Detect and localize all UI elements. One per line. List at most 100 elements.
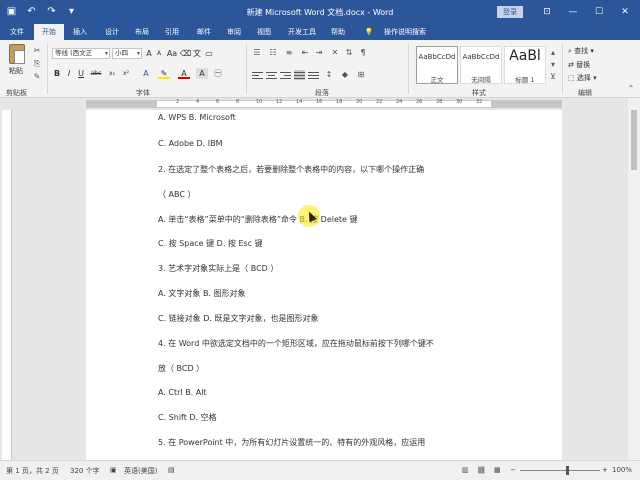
clear-format-icon[interactable]: ⌫ (180, 48, 191, 59)
zoom-slider-knob[interactable] (566, 466, 569, 475)
shading-icon[interactable]: ◆ (340, 70, 350, 80)
collapse-ribbon-icon[interactable]: ⌃ (626, 84, 636, 94)
font-name-select[interactable]: 等线 (西文正 ▾ (52, 48, 110, 59)
distributed-icon[interactable] (308, 70, 319, 80)
phonetic-guide-icon[interactable]: 文 (192, 48, 202, 59)
word-count[interactable]: 320 个字 (70, 466, 100, 476)
styles-scroll-up-icon[interactable]: ▴ (548, 48, 558, 58)
tab-help[interactable]: 帮助 (326, 24, 350, 40)
document-line: 4. 在 Word 中欲选定文档中的一个矩形区域，应在拖动鼠标前按下列哪个键不 (158, 339, 434, 348)
tab-file[interactable]: 文件 (4, 24, 30, 40)
font-color-button[interactable]: A (178, 68, 190, 79)
vertical-ruler[interactable] (2, 110, 12, 460)
clipboard-group-label: 剪贴板 (6, 89, 27, 97)
zoom-level[interactable]: 100% (612, 466, 632, 474)
text-effects-button[interactable]: A (140, 68, 152, 79)
ruler-tick: 16 (316, 99, 323, 105)
char-border-icon[interactable]: ▭ (204, 48, 214, 59)
horizontal-ruler[interactable]: 2 4 6 8 10 12 14 16 18 20 22 24 26 28 30… (0, 98, 640, 110)
tab-mailings[interactable]: 邮件 (192, 24, 216, 40)
tab-references[interactable]: 引用 (160, 24, 184, 40)
find-button[interactable]: ⌕ 查找 ▾ (568, 46, 594, 56)
style-no-spacing[interactable]: AaBbCcDd 无间隔 (460, 46, 502, 84)
ruler-tick: 4 (196, 99, 200, 105)
increase-indent-icon[interactable]: ⇥ (314, 48, 324, 58)
grow-font-button[interactable]: A (144, 48, 154, 59)
language-status[interactable]: 英语(美国) (124, 466, 157, 476)
document-page[interactable]: A. WPS B. Microsoft C. Adobe D. IBM 2. 在… (86, 110, 562, 460)
styles-scroll-down-icon[interactable]: ▾ (548, 60, 558, 70)
highlight-color-button[interactable]: ✎ (158, 68, 170, 79)
login-button[interactable]: 登录 (497, 6, 523, 18)
tab-insert[interactable]: 插入 (68, 24, 92, 40)
cut-icon[interactable]: ✂ (32, 46, 42, 56)
style-name: 无间隔 (471, 76, 491, 84)
paste-button[interactable]: 粘贴 (6, 44, 28, 75)
tab-developer[interactable]: 开发工具 (284, 24, 320, 40)
line-spacing-icon[interactable]: ↕ (324, 70, 334, 80)
format-painter-icon[interactable]: ✎ (32, 72, 42, 82)
ruler-tick: 26 (416, 99, 423, 105)
style-name: 标题 1 (515, 76, 535, 84)
tab-view[interactable]: 视图 (252, 24, 276, 40)
align-center-icon[interactable] (266, 70, 277, 80)
zoom-slider[interactable] (520, 470, 600, 471)
chinese-layout-icon[interactable]: ✕ (330, 48, 340, 58)
multilevel-list-icon[interactable]: ≡ (284, 48, 294, 58)
replace-button[interactable]: ⇄ 替换 (568, 60, 590, 70)
numbering-icon[interactable]: ☷ (268, 48, 278, 58)
superscript-button[interactable]: x² (120, 68, 132, 79)
zoom-out-icon[interactable]: − (510, 466, 516, 474)
font-size-select[interactable]: 小四 ▾ (112, 48, 142, 59)
show-marks-icon[interactable]: ¶ (358, 48, 368, 58)
shrink-font-button[interactable]: A (154, 48, 164, 59)
style-heading-1[interactable]: AaBl 标题 1 (504, 46, 546, 84)
sort-icon[interactable]: ⇅ (344, 48, 354, 58)
ribbon-options-icon[interactable]: ⊡ (534, 4, 560, 20)
close-icon[interactable]: ✕ (612, 4, 638, 20)
char-shading-button[interactable]: A (196, 68, 208, 79)
tab-home[interactable]: 开始 (34, 24, 64, 40)
ruler-tick: 6 (216, 99, 220, 105)
find-label: 查找 (574, 47, 589, 55)
strikethrough-button[interactable]: abc (88, 68, 104, 79)
bold-button[interactable]: B (52, 68, 62, 79)
proofing-icon[interactable]: ▣ (110, 466, 117, 474)
tab-layout[interactable]: 布局 (130, 24, 154, 40)
document-line: A. Ctrl B. Alt (158, 388, 207, 397)
italic-button[interactable]: I (64, 68, 74, 79)
macro-icon[interactable]: ▤ (168, 466, 175, 474)
subscript-button[interactable]: x₂ (106, 68, 118, 79)
tab-design[interactable]: 设计 (100, 24, 124, 40)
page-count[interactable]: 第 1 页，共 2 页 (6, 466, 59, 476)
change-case-icon[interactable]: Aa (166, 48, 178, 59)
print-layout-icon[interactable]: ▤ (478, 466, 485, 474)
zoom-in-icon[interactable]: + (602, 466, 608, 474)
underline-button[interactable]: U (76, 68, 86, 79)
document-line: C. Shift D. 空格 (158, 413, 217, 422)
replace-label: 替换 (576, 61, 591, 69)
tab-review[interactable]: 审阅 (222, 24, 246, 40)
web-layout-icon[interactable]: ▦ (494, 466, 501, 474)
decrease-indent-icon[interactable]: ⇤ (300, 48, 310, 58)
scrollbar-thumb[interactable] (631, 110, 637, 170)
enclose-char-icon[interactable]: ㊀ (212, 68, 224, 79)
ruler-tick: 8 (236, 99, 240, 105)
minimize-icon[interactable]: — (560, 4, 586, 20)
tell-me-search[interactable]: 操作说明搜索 (376, 24, 434, 40)
style-normal[interactable]: AaBbCcDd 正文 (416, 46, 458, 84)
copy-icon[interactable]: ⎘ (32, 59, 42, 69)
select-button[interactable]: ⬚ 选择 ▾ (568, 73, 597, 83)
maximize-icon[interactable]: ☐ (586, 4, 612, 20)
borders-icon[interactable]: ⊞ (356, 70, 366, 80)
vertical-scrollbar[interactable] (628, 98, 640, 460)
ruler-left-margin (87, 101, 157, 107)
justify-icon[interactable] (294, 70, 305, 80)
align-right-icon[interactable] (280, 70, 291, 80)
styles-group-label: 样式 (472, 89, 486, 97)
styles-more-icon[interactable]: ⊻ (548, 72, 558, 82)
read-mode-icon[interactable]: ▥ (462, 466, 469, 474)
align-left-icon[interactable] (252, 70, 263, 80)
replace-icon: ⇄ (568, 61, 574, 69)
bullets-icon[interactable]: ☰ (252, 48, 262, 58)
